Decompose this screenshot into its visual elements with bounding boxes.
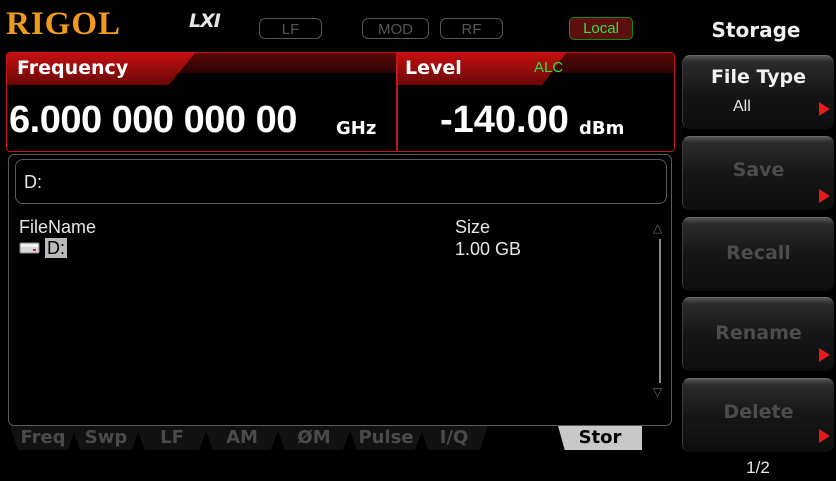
lxi-logo: LXI	[189, 10, 221, 32]
alc-indicator: ALC	[534, 59, 564, 76]
drive-icon	[19, 242, 40, 254]
tab-lf[interactable]: LF	[136, 426, 208, 450]
recall-softkey[interactable]: Recall	[682, 217, 834, 291]
frequency-value[interactable]: 6.000 000 000 00	[9, 99, 297, 142]
file-type-label: File Type	[710, 66, 807, 88]
menu-title: Storage	[711, 18, 801, 42]
frequency-header-bar	[167, 53, 396, 73]
tab-am[interactable]: AM	[204, 426, 280, 450]
file-row-size: 1.00 GB	[455, 239, 522, 259]
submenu-arrow-icon	[819, 102, 830, 116]
submenu-arrow-icon	[819, 348, 830, 362]
delete-label: Delete	[723, 401, 794, 423]
level-value[interactable]: -140.00	[440, 99, 569, 142]
scroll-up-icon[interactable]: △	[653, 221, 662, 235]
rigol-logo: RIGOL	[6, 6, 122, 42]
local-status-badge: Local	[569, 17, 633, 40]
size-column-header: Size	[455, 217, 491, 237]
frequency-unit: GHz	[336, 118, 377, 139]
readout-panel: Frequency Level ALC 6.000 000 000 00 GHz…	[6, 52, 675, 152]
lf-indicator: LF	[259, 18, 322, 39]
path-text: D:	[24, 172, 42, 192]
file-row-name[interactable]: D:	[45, 238, 67, 258]
filename-column-header: FileName	[19, 217, 97, 237]
file-type-softkey[interactable]: File Type All	[682, 55, 834, 129]
level-label: Level	[405, 57, 462, 79]
tab-freq[interactable]: Freq	[10, 426, 76, 450]
submenu-arrow-icon	[819, 429, 830, 443]
mod-indicator: MOD	[362, 18, 429, 39]
tab-phase-mod[interactable]: ØM	[276, 426, 352, 450]
scroll-down-icon[interactable]: ▽	[653, 385, 662, 399]
file-type-value: All	[733, 98, 751, 115]
menu-page-indicator: 1/2	[746, 458, 770, 477]
readout-divider	[396, 53, 398, 151]
save-label: Save	[732, 159, 785, 181]
level-unit: dBm	[579, 118, 625, 139]
recall-label: Recall	[726, 242, 791, 264]
rename-label: Rename	[715, 322, 802, 344]
rename-softkey[interactable]: Rename	[682, 297, 834, 371]
path-field: D:	[15, 159, 667, 204]
save-softkey[interactable]: Save	[682, 136, 834, 210]
tab-stor[interactable]: Stor	[558, 426, 642, 450]
function-tabs: Freq Swp LF AM ØM Pulse I/Q Stor	[10, 426, 670, 450]
delete-softkey[interactable]: Delete	[682, 378, 834, 452]
file-browser: D: FileName Size D: 1.00 GB △ ▽	[8, 154, 672, 426]
frequency-label: Frequency	[17, 57, 129, 79]
tab-iq[interactable]: I/Q	[420, 426, 488, 450]
tab-swp[interactable]: Swp	[72, 426, 140, 450]
tab-pulse[interactable]: Pulse	[348, 426, 424, 450]
scrollbar[interactable]	[659, 239, 661, 383]
rf-indicator: RF	[440, 18, 503, 39]
submenu-arrow-icon	[819, 189, 830, 203]
